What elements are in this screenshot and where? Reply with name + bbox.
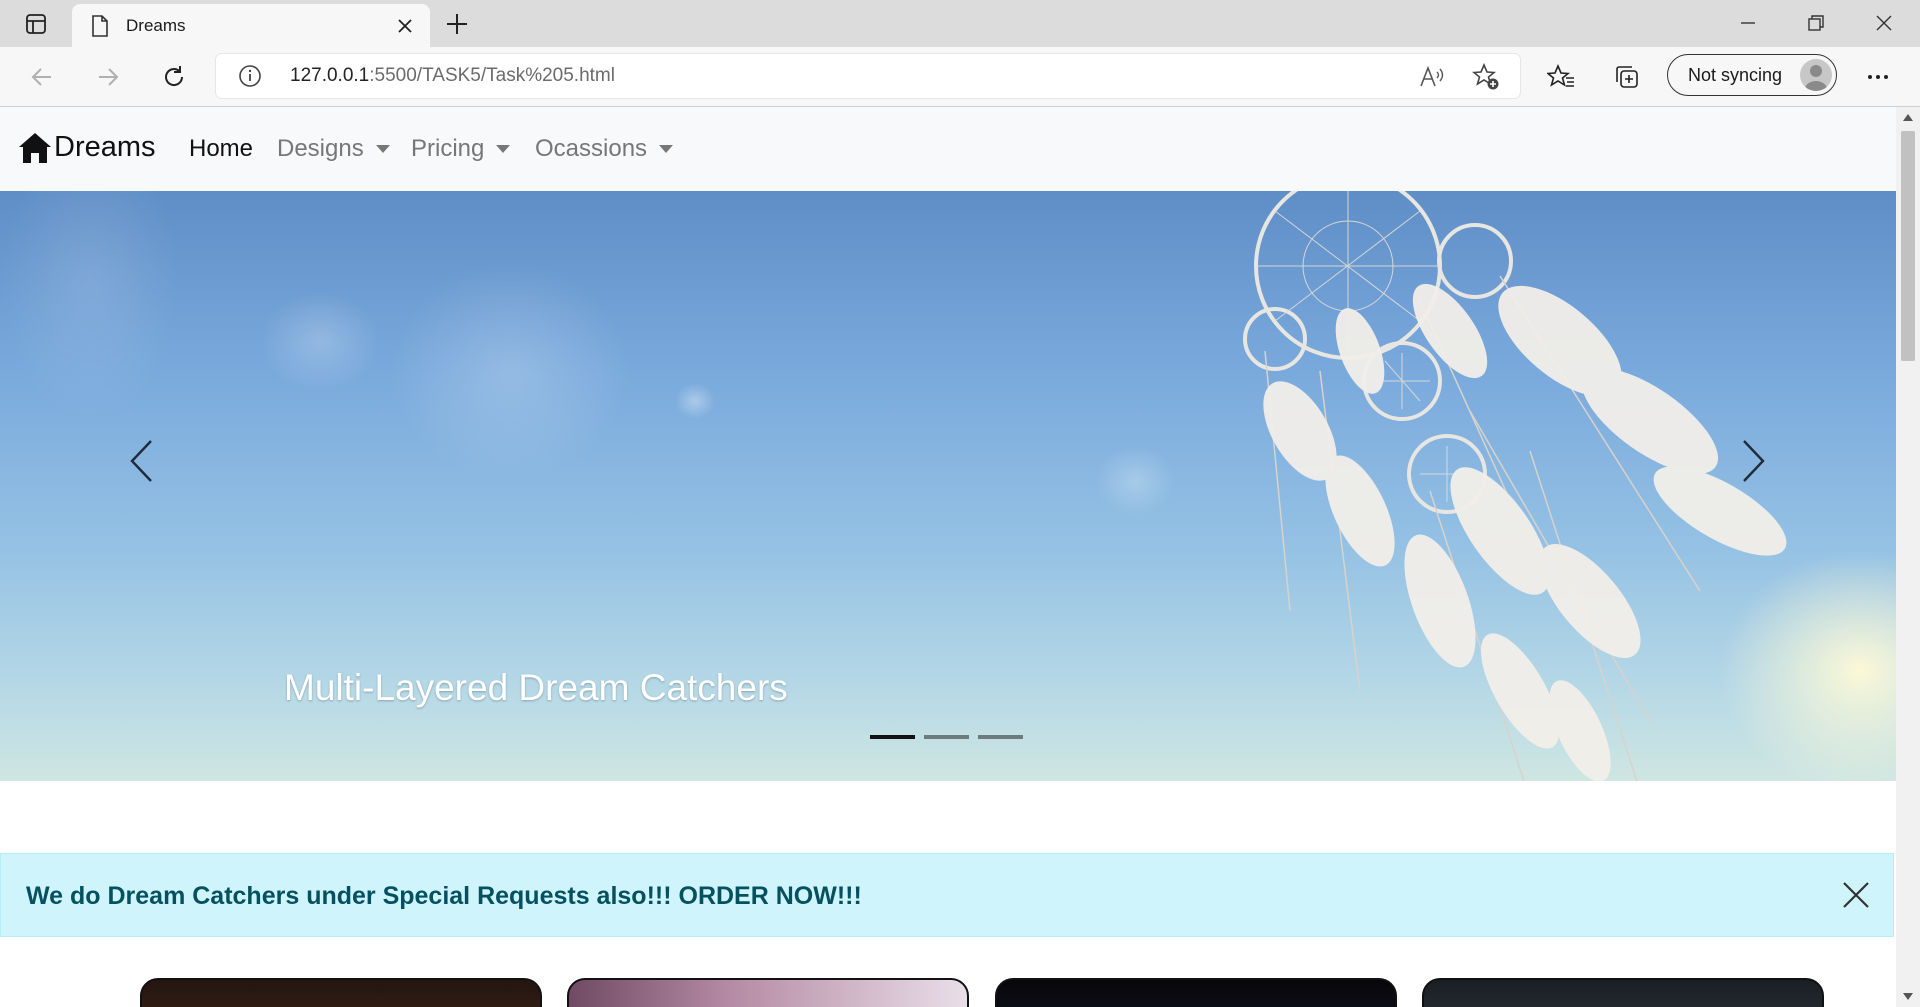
plus-icon	[447, 14, 467, 34]
url-text[interactable]: 127.0.0.1:5500/TASK5/Task%205.html	[290, 65, 615, 87]
url-host: 127.0.0.1	[290, 65, 370, 86]
minimize-icon	[1741, 22, 1755, 24]
browser-tab[interactable]: Dreams	[72, 4, 430, 47]
arrow-right-icon	[99, 68, 119, 86]
scrollbar-thumb[interactable]	[1901, 131, 1915, 361]
arrow-left-icon	[31, 68, 51, 86]
caret-down-icon	[496, 145, 511, 153]
tab-title: Dreams	[126, 15, 186, 35]
carousel-indicator-1[interactable]	[870, 735, 915, 739]
home-icon	[19, 132, 51, 163]
site-navbar: Dreams Home Designs Pricing Ocassions	[0, 107, 1896, 191]
address-bar[interactable]: 127.0.0.1:5500/TASK5/Task%205.html	[216, 54, 1520, 98]
new-tab-button[interactable]	[440, 10, 474, 38]
profile-label: Not syncing	[1688, 64, 1783, 85]
nav-designs-dropdown[interactable]: Designs	[277, 135, 390, 163]
brand-name: Dreams	[54, 131, 156, 163]
nav-pricing-label: Pricing	[411, 135, 485, 162]
carousel-next-button[interactable]	[1723, 421, 1783, 501]
restore-button[interactable]	[1786, 6, 1846, 40]
nav-home[interactable]: Home	[189, 135, 253, 163]
forward-button[interactable]	[90, 59, 126, 95]
carousel-caption: Multi-Layered Dream Catchers	[284, 667, 788, 708]
alert-close-button[interactable]	[1841, 880, 1871, 910]
product-card[interactable]	[995, 978, 1397, 1007]
product-card[interactable]	[1422, 978, 1824, 1007]
favorites-icon	[1547, 64, 1574, 87]
special-request-alert: We do Dream Catchers under Special Reque…	[0, 853, 1894, 937]
carousel-indicators	[870, 735, 1023, 739]
tab-actions-button[interactable]	[14, 10, 58, 38]
info-icon[interactable]	[238, 64, 262, 88]
nav-designs-label: Designs	[277, 135, 364, 162]
back-button[interactable]	[24, 59, 60, 95]
restore-icon	[1808, 15, 1824, 31]
avatar	[1800, 59, 1832, 91]
nav-home-label: Home	[189, 135, 254, 162]
product-card[interactable]	[140, 978, 542, 1007]
reload-icon	[165, 66, 184, 86]
favorites-button[interactable]	[1543, 59, 1579, 95]
product-card[interactable]	[567, 978, 969, 1007]
profile-button[interactable]: Not syncing	[1667, 54, 1837, 96]
nav-pricing-dropdown[interactable]: Pricing	[411, 135, 511, 163]
page-icon	[88, 14, 112, 38]
alert-message: We do Dream Catchers under Special Reque…	[26, 882, 862, 910]
add-favorite-button[interactable]	[1472, 63, 1500, 91]
window-close-button[interactable]	[1854, 6, 1914, 40]
close-icon	[1876, 15, 1892, 31]
tab-close-button[interactable]	[392, 13, 418, 39]
browser-toolbar: 127.0.0.1:5500/TASK5/Task%205.html Not s…	[0, 47, 1920, 107]
scroll-up-arrow[interactable]	[1902, 111, 1914, 123]
star-add-icon	[1472, 63, 1499, 90]
page-scrollbar[interactable]	[1896, 107, 1920, 1007]
nav-ocassions-label: Ocassions	[535, 135, 648, 162]
more-icon	[1868, 75, 1888, 79]
hero-carousel: Multi-Layered Dream Catchers	[0, 191, 1896, 781]
page-viewport: Dreams Home Designs Pricing Ocassions Mu…	[0, 107, 1896, 1007]
collections-icon	[1616, 66, 1638, 88]
collections-button[interactable]	[1609, 59, 1645, 95]
settings-more-button[interactable]	[1860, 59, 1896, 95]
chevron-right-icon	[1743, 440, 1765, 482]
carousel-indicator-2[interactable]	[924, 735, 969, 739]
carousel-prev-button[interactable]	[112, 421, 172, 501]
scroll-down-arrow[interactable]	[1902, 991, 1914, 1003]
minimize-button[interactable]	[1718, 6, 1778, 40]
carousel-indicator-3[interactable]	[978, 735, 1023, 739]
browser-tabstrip: Dreams	[0, 0, 1920, 47]
close-icon	[398, 18, 412, 33]
triangle-up-icon	[1903, 114, 1913, 121]
nav-ocassions-dropdown[interactable]: Ocassions	[535, 135, 674, 163]
reload-button[interactable]	[156, 59, 192, 95]
brand-link[interactable]: Dreams	[18, 131, 156, 164]
read-aloud-icon	[1420, 66, 1444, 87]
caret-down-icon	[375, 145, 390, 153]
chevron-left-icon	[130, 440, 152, 482]
triangle-down-icon	[1903, 993, 1913, 1000]
sidebar-panel-icon	[26, 14, 46, 34]
url-path: :5500/TASK5/Task%205.html	[369, 65, 615, 86]
caret-down-icon	[659, 145, 674, 153]
read-aloud-button[interactable]	[1418, 63, 1446, 91]
